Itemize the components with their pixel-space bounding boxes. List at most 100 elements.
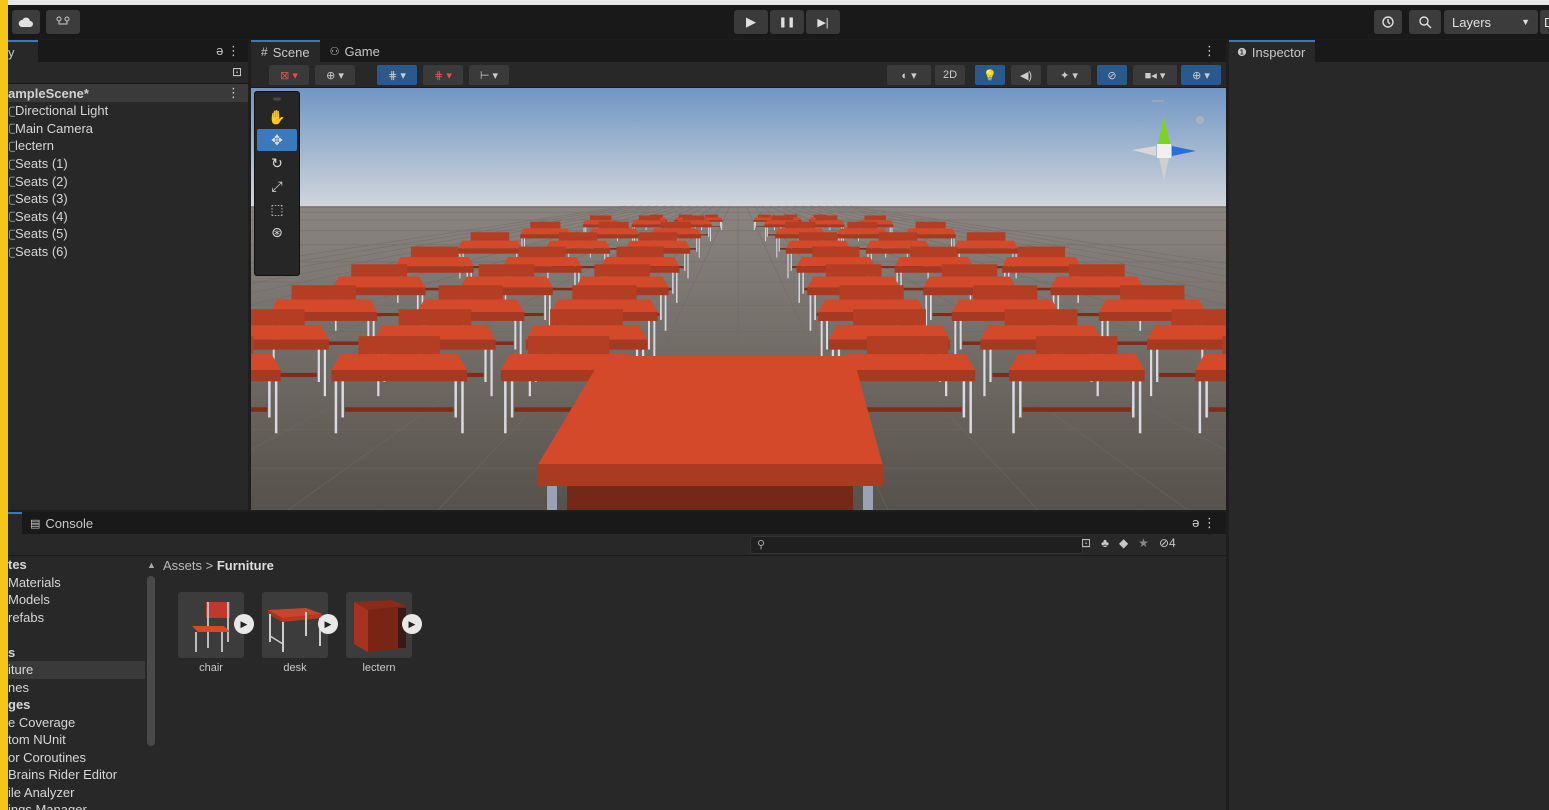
align-icon[interactable]: ⊢ ▾ (469, 65, 509, 85)
grid-snap-icon[interactable]: ⋕ ▾ (377, 65, 417, 85)
hierarchy-item-label: lectern (15, 138, 55, 154)
folder-item[interactable] (8, 626, 145, 644)
project-tabbar: ▤ Console ə ⋮ (8, 512, 1226, 534)
folder-item[interactable]: nes (8, 679, 145, 697)
pause-button[interactable]: ❚❚ (770, 10, 804, 34)
tab-game-label: Game (344, 43, 380, 59)
lock-icon[interactable]: ə ⋮ (216, 43, 240, 59)
label-icon[interactable]: ◆ (1119, 536, 1128, 550)
more-icon[interactable]: ⋮ (227, 85, 240, 101)
hierarchy-tabbar: y ə ⋮ (8, 40, 248, 62)
tab-project[interactable] (8, 512, 22, 534)
folder-item[interactable]: Models (8, 591, 145, 609)
transform-tool-icon[interactable]: ⊛ (257, 221, 297, 243)
hierarchy-item[interactable]: ▢ Seats (1) (8, 155, 248, 173)
layers-dropdown[interactable]: Layers ▼ (1444, 10, 1538, 34)
tab-console-label: Console (45, 515, 94, 531)
move-tool-icon[interactable]: ✥ (257, 129, 297, 151)
folder-item[interactable]: Materials (8, 574, 145, 592)
search-icon[interactable] (1409, 10, 1441, 34)
hierarchy-panel: y ə ⋮ ⊡ ampleScene* ⋮ ▢ Directional Light… (8, 40, 248, 510)
project-search-input[interactable]: ⚲ (750, 536, 1083, 554)
folder-item[interactable]: ges (8, 696, 145, 714)
hierarchy-item[interactable]: ▢ lectern (8, 137, 248, 155)
rect-tool-icon[interactable]: ⬚ (257, 198, 297, 220)
gizmos-icon[interactable]: ⊕ ▾ (1181, 65, 1221, 85)
asset-desk[interactable]: ▶ desk (260, 592, 338, 674)
mode-2d-button[interactable]: 2D (935, 65, 965, 85)
lighting-icon[interactable]: 💡 (975, 65, 1005, 85)
asset-label: chair (199, 662, 223, 674)
layout-dropdown[interactable]: De (1540, 10, 1549, 34)
effects-icon[interactable]: ✦ ▾ (1047, 65, 1091, 85)
play-button[interactable]: ▶ (734, 10, 768, 34)
hierarchy-item[interactable]: ▢ Seats (2) (8, 172, 248, 190)
hierarchy-item[interactable]: ▢ Main Camera (8, 120, 248, 138)
hand-tool-icon[interactable]: ✋ (257, 106, 297, 128)
expand-prefab-icon[interactable]: ▶ (402, 614, 422, 634)
tab-hierarchy[interactable]: y (8, 40, 38, 62)
scroll-up-icon[interactable]: ▲ (147, 560, 156, 570)
camera-icon[interactable]: ■◂ ▾ (1133, 65, 1177, 85)
hierarchy-item[interactable]: ▢ Directional Light (8, 102, 248, 120)
search-options-icon[interactable]: ⊡ (232, 65, 242, 79)
folder-item[interactable]: Brains Rider Editor (8, 766, 145, 784)
collab-icon[interactable] (46, 10, 80, 34)
step-button[interactable]: ▶| (806, 10, 840, 34)
drag-handle-icon[interactable]: ═ (255, 92, 299, 106)
folder-scrollbar[interactable]: ▲ (146, 560, 156, 810)
hierarchy-item[interactable]: ▢ Seats (4) (8, 208, 248, 226)
tab-scene[interactable]: # Scene (251, 40, 320, 62)
gizmo-toggle-icon[interactable]: ⊠ ▾ (269, 65, 309, 85)
folder-item[interactable]: ings Manager (8, 801, 145, 810)
folder-item[interactable]: refabs (8, 609, 145, 627)
history-icon[interactable] (1374, 10, 1402, 34)
main-toolbar: ▶ ❚❚ ▶| Layers ▼ De (8, 5, 1549, 39)
breadcrumb-current[interactable]: Furniture (217, 558, 274, 573)
increment-snap-icon[interactable]: ⋕ ▾ (423, 65, 463, 85)
search-type-icon[interactable]: ⊡ (1081, 536, 1091, 550)
expand-prefab-icon[interactable]: ▶ (318, 614, 338, 634)
folder-item[interactable]: tom NUnit (8, 731, 145, 749)
hidden-packages-icon[interactable]: ⊘4 (1159, 536, 1176, 550)
rotate-tool-icon[interactable]: ↻ (257, 152, 297, 174)
audio-icon[interactable]: ◀) (1011, 65, 1041, 85)
tab-console[interactable]: ▤ Console (22, 512, 103, 534)
hierarchy-list: ▢ Directional Light ▢ Main Camera ▢ lectern ▢ S… (8, 102, 248, 260)
console-icon: ▤ (30, 517, 41, 530)
project-toolbar: ⚲ ⊡ ♣ ◆ ★ ⊘4 (8, 534, 1226, 556)
tab-game[interactable]: ⚇ Game (320, 40, 390, 62)
draw-mode-icon[interactable]: ◐ ▾ (887, 65, 931, 85)
hierarchy-item[interactable]: ▢ Seats (5) (8, 225, 248, 243)
chevron-down-icon: ▼ (1521, 17, 1530, 27)
folder-item[interactable]: s (8, 644, 145, 662)
hierarchy-search-bar[interactable]: ⊡ (8, 62, 248, 84)
orientation-gizmo-icon[interactable] (1112, 94, 1212, 204)
visibility-icon[interactable]: ⊘ (1097, 65, 1127, 85)
folder-item[interactable]: tes (8, 556, 145, 574)
folder-item[interactable]: or Coroutines (8, 749, 145, 767)
hierarchy-item[interactable]: ▢ Seats (3) (8, 190, 248, 208)
lock-icon[interactable]: ə ⋮ (1192, 515, 1216, 531)
asset-chair[interactable]: ▶ chair (176, 592, 254, 674)
scene-root-row[interactable]: ampleScene* ⋮ (8, 84, 248, 102)
hierarchy-item[interactable]: ▢ Seats (6) (8, 243, 248, 261)
scene-tabbar: # Scene ⚇ Game ⋮ (251, 40, 1226, 62)
favorite-icon[interactable]: ★ (1138, 536, 1149, 550)
breadcrumb-root[interactable]: Assets (163, 558, 202, 573)
folder-item[interactable]: ile Analyzer (8, 784, 145, 802)
folder-item[interactable]: e Coverage (8, 714, 145, 732)
hierarchy-item-label: Main Camera (15, 120, 94, 136)
filter-by-type-icon[interactable]: ♣ (1101, 536, 1109, 550)
asset-lectern[interactable]: ▶ lectern (344, 592, 422, 674)
expand-prefab-icon[interactable]: ▶ (234, 614, 254, 634)
scale-tool-icon[interactable]: ⤢ (257, 175, 297, 197)
search-icon: ⚲ (757, 539, 766, 551)
tab-inspector[interactable]: ❶ Inspector (1229, 40, 1316, 62)
more-icon[interactable]: ⋮ (1203, 43, 1216, 59)
scene-viewport[interactable]: ═ ✋ ✥ ↻ ⤢ ⬚ ⊛ (251, 88, 1226, 510)
folder-item[interactable]: iture (8, 661, 145, 679)
scrollbar-thumb[interactable] (147, 576, 155, 746)
global-icon[interactable]: ⊕ ▾ (315, 65, 355, 85)
cloud-icon[interactable] (12, 10, 40, 34)
